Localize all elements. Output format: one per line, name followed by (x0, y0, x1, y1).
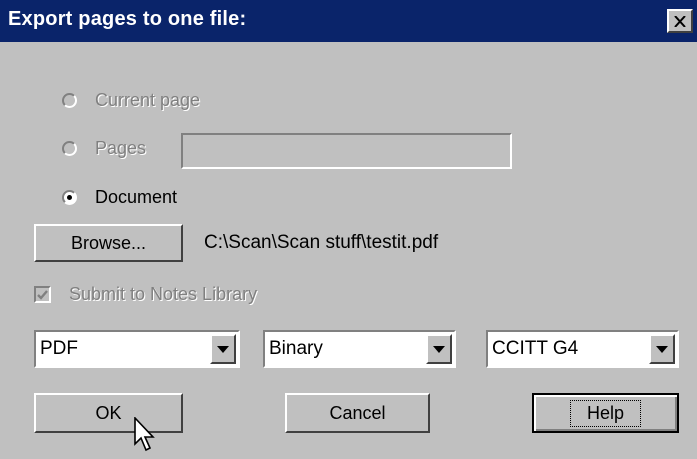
cancel-button-label: Cancel (329, 402, 386, 423)
submit-notes-checkbox[interactable] (34, 286, 51, 303)
submit-notes-checkbox-row[interactable]: Submit to Notes Library (34, 284, 257, 305)
close-icon (674, 15, 686, 27)
radio-document-label: Document (95, 187, 178, 207)
mode-combo-value: Binary (269, 338, 323, 359)
compression-combo-value: CCITT G4 (492, 338, 579, 359)
radio-current-page-label: Current page (95, 90, 201, 110)
chevron-down-icon (217, 345, 229, 353)
close-button[interactable] (667, 9, 693, 33)
pages-range-input[interactable] (181, 133, 512, 169)
help-button[interactable]: Help (532, 393, 679, 433)
submit-notes-label: Submit to Notes Library (69, 284, 258, 304)
radio-current-page[interactable]: Current page (62, 90, 200, 111)
compression-combo[interactable]: CCITT G4 (486, 330, 679, 368)
browse-button[interactable]: Browse... (34, 224, 183, 262)
mouse-pointer-icon (134, 417, 155, 452)
checkmark-icon (37, 289, 48, 300)
mode-dropdown-button[interactable] (426, 334, 452, 364)
format-dropdown-button[interactable] (210, 334, 236, 364)
help-button-label: Help (569, 399, 642, 427)
radio-pages[interactable]: Pages (62, 138, 146, 159)
file-path: C:\Scan\Scan stuff\testit.pdf (204, 232, 439, 253)
mode-combo[interactable]: Binary (263, 330, 456, 368)
format-combo-value: PDF (40, 338, 78, 359)
radio-document-indicator[interactable] (62, 190, 77, 205)
format-combo[interactable]: PDF (34, 330, 240, 368)
radio-document[interactable]: Document (62, 187, 177, 208)
browse-button-label: Browse... (70, 232, 147, 253)
chevron-down-icon (433, 345, 445, 353)
radio-current-page-indicator[interactable] (62, 93, 77, 108)
compression-dropdown-button[interactable] (649, 334, 675, 364)
dialog-title: Export pages to one file: (8, 8, 247, 30)
radio-pages-label: Pages (95, 138, 147, 158)
ok-button-label: OK (95, 402, 122, 423)
cancel-button[interactable]: Cancel (285, 393, 430, 433)
export-dialog: Export pages to one file: Current page P… (0, 0, 697, 459)
chevron-down-icon (656, 345, 668, 353)
title-bar[interactable]: Export pages to one file: (0, 0, 697, 42)
radio-pages-indicator[interactable] (62, 141, 77, 156)
